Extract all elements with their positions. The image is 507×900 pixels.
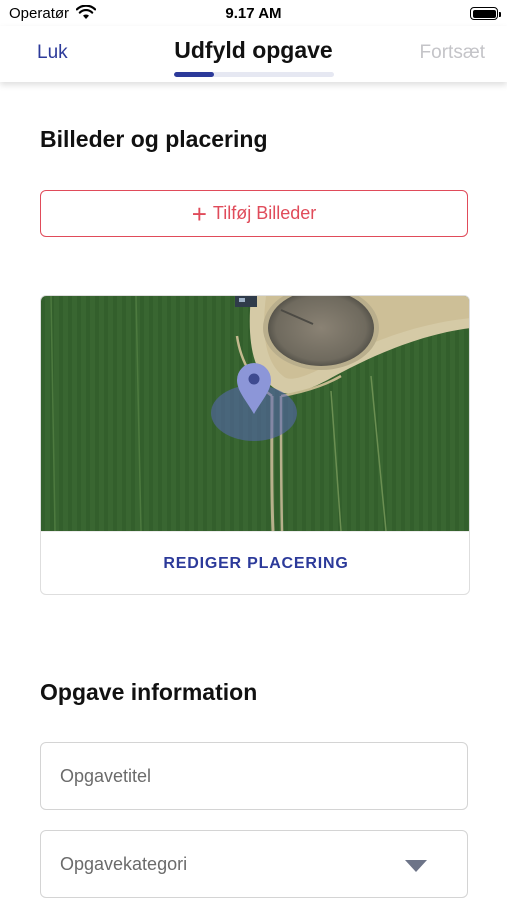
status-time: 9.17 AM <box>225 5 282 22</box>
navigation-header: Luk Udfyld opgave Fortsæt <box>0 26 507 82</box>
progress-fill <box>174 72 214 77</box>
continue-button[interactable]: Fortsæt <box>420 42 485 64</box>
satellite-map[interactable] <box>41 296 470 531</box>
battery-icon <box>470 7 501 20</box>
info-section-title: Opgave information <box>40 679 258 705</box>
add-images-label: Tilføj Billeder <box>212 203 317 223</box>
add-images-button[interactable]: + Tilføj Billeder <box>40 190 468 237</box>
task-category-placeholder: Opgavekategori <box>60 854 188 874</box>
task-category-select[interactable]: Opgavekategori <box>40 830 468 898</box>
images-section-title: Billeder og placering <box>40 126 268 152</box>
task-title-field <box>40 742 468 810</box>
plus-icon: + <box>191 198 207 229</box>
location-card: REDIGER PLACERING <box>40 295 470 595</box>
edit-location-button[interactable]: REDIGER PLACERING <box>41 531 469 594</box>
progress-bar <box>174 72 334 77</box>
status-bar: Operatør 9.17 AM <box>0 0 507 26</box>
caret-down-icon <box>405 860 427 872</box>
task-title-input[interactable] <box>41 743 467 809</box>
